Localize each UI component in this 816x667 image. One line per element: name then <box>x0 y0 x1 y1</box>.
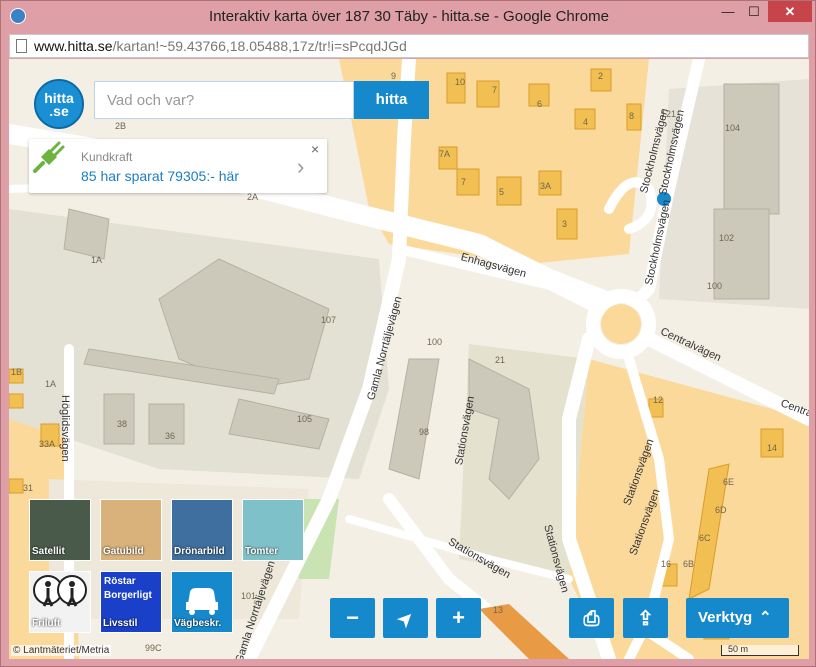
plug-icon <box>33 141 65 173</box>
layer-gatubild[interactable]: Gatubild <box>100 499 162 561</box>
map-house-number: 98 <box>419 427 430 437</box>
layer-label: Vägbeskr. <box>174 618 222 629</box>
layer-label: Livsstil <box>103 618 138 629</box>
chevron-right-icon[interactable]: › <box>297 154 304 180</box>
tools-button[interactable]: Verktyg ⌃ <box>686 598 789 638</box>
scale-bar: 50 m <box>721 645 799 656</box>
share-button[interactable]: ⇪ <box>623 598 668 638</box>
url-host: www.hitta.se <box>34 38 113 54</box>
map-house-number: 2A <box>247 192 259 202</box>
layer-label: Tomter <box>245 546 279 557</box>
map-house-number: 2 <box>598 71 604 81</box>
street-label: Höglidsvägen <box>59 395 71 462</box>
zoom-out-button[interactable]: − <box>330 598 375 638</box>
layer-livsstil[interactable]: Röstar Borgerligt Livsstil <box>100 571 162 633</box>
map-house-number: 6C <box>699 533 711 543</box>
url-path: /kartan!~59.43766,18.05488,17z/tr!i=sPcq… <box>112 38 407 54</box>
map-house-number: 2B <box>115 121 127 131</box>
locate-button[interactable]: ➤ <box>383 598 428 638</box>
zoom-in-button[interactable]: + <box>436 598 481 638</box>
share-icon: ⇪ <box>637 608 654 630</box>
map-house-number: 12 <box>653 395 664 405</box>
layer-label: Gatubild <box>103 546 144 557</box>
layer-friluft[interactable]: Friluft <box>29 571 91 633</box>
search-button[interactable]: hitta <box>354 81 429 119</box>
layer-overlay-text: Borgerligt <box>104 590 152 601</box>
map-house-number: 6B <box>683 559 695 569</box>
title-bar: Interaktiv karta över 187 30 Täby - hitt… <box>1 1 816 33</box>
layer-label: Drönarbild <box>174 546 225 557</box>
map-house-number: 9 <box>391 71 397 81</box>
map-house-number: 3A <box>540 181 552 191</box>
map-house-number: 7A <box>439 149 451 159</box>
map-house-number: 6D <box>715 505 727 515</box>
map-house-number: 5 <box>499 187 505 197</box>
logo-text: .se <box>49 103 69 119</box>
map-house-number: 36 <box>165 431 176 441</box>
map-house-number: 38 <box>117 419 128 429</box>
copyright: © Lantmäteriet/Metria <box>11 645 112 656</box>
map-house-number: 13 <box>493 605 504 615</box>
map-house-number: 1B <box>11 367 23 377</box>
map-house-number: 33A <box>39 439 56 449</box>
map-house-number: 7 <box>461 177 467 187</box>
promo-category: Kundkraft <box>81 150 133 164</box>
printer-icon: ⎙ <box>583 608 600 630</box>
minimize-button[interactable]: — <box>715 1 741 22</box>
map-house-number: 1A <box>45 379 57 389</box>
map-house-number: 14 <box>767 443 778 453</box>
map-house-number: 6 <box>537 99 543 109</box>
close-button[interactable]: ✕ <box>768 1 812 22</box>
location-arrow-icon: ➤ <box>393 606 418 632</box>
promo-link[interactable]: 85 har sparat 79305:- här <box>81 168 239 184</box>
layer-dronarbild[interactable]: Drönarbild <box>171 499 233 561</box>
map-house-number: 31 <box>23 483 34 493</box>
chevron-up-icon: ⌃ <box>759 609 772 626</box>
map-house-number: 104 <box>725 123 741 133</box>
map-house-number: 6E <box>723 477 735 487</box>
map-house-number: 99C <box>145 643 162 653</box>
map-house-number: 1A <box>91 255 103 265</box>
search-input[interactable]: Vad och var? <box>94 81 354 119</box>
map-house-number: 3 <box>562 219 568 229</box>
map-house-number: 100 <box>707 281 723 291</box>
map-house-number: 100 <box>427 337 443 347</box>
layer-satellit[interactable]: Satellit <box>29 499 91 561</box>
address-bar[interactable]: www.hitta.se/kartan!~59.43766,18.05488,1… <box>9 34 809 58</box>
layer-vagbeskr[interactable]: Vägbeskr. <box>171 571 233 633</box>
map-house-number: 4 <box>583 117 589 127</box>
map-house-number: 105 <box>297 414 313 424</box>
map-canvas[interactable]: 9 10 2 6 8 4 7 121 104 2B 7A 7 5 3A 3 2A… <box>9 59 809 659</box>
page-icon <box>16 39 27 53</box>
map-house-number: 21 <box>495 355 506 365</box>
close-icon[interactable]: × <box>311 141 319 157</box>
map-house-number: 16 <box>661 559 672 569</box>
print-button[interactable]: ⎙ <box>569 598 614 638</box>
browser-window: Interaktiv karta över 187 30 Täby - hitt… <box>0 0 816 667</box>
map-house-number: 102 <box>719 233 735 243</box>
layer-tomter[interactable]: Tomter <box>242 499 304 561</box>
layer-label: Satellit <box>32 546 65 557</box>
map-house-number: 10 <box>455 77 466 87</box>
maximize-button[interactable]: ☐ <box>741 1 767 22</box>
car-icon <box>186 588 218 615</box>
map-house-number: 8 <box>629 111 635 121</box>
hitta-logo[interactable]: hitta .se <box>34 79 84 129</box>
tools-label: Verktyg <box>698 609 753 626</box>
map-house-number: 107 <box>321 315 337 325</box>
layer-label: Friluft <box>32 618 61 629</box>
layer-overlay-text: Röstar <box>104 576 136 587</box>
url-text[interactable]: www.hitta.se/kartan!~59.43766,18.05488,1… <box>34 38 407 54</box>
promo-card[interactable]: Kundkraft 85 har sparat 79305:- här › × <box>29 139 327 193</box>
window-title: Interaktiv karta över 187 30 Täby - hitt… <box>209 8 609 25</box>
map-house-number: 7 <box>492 85 498 95</box>
